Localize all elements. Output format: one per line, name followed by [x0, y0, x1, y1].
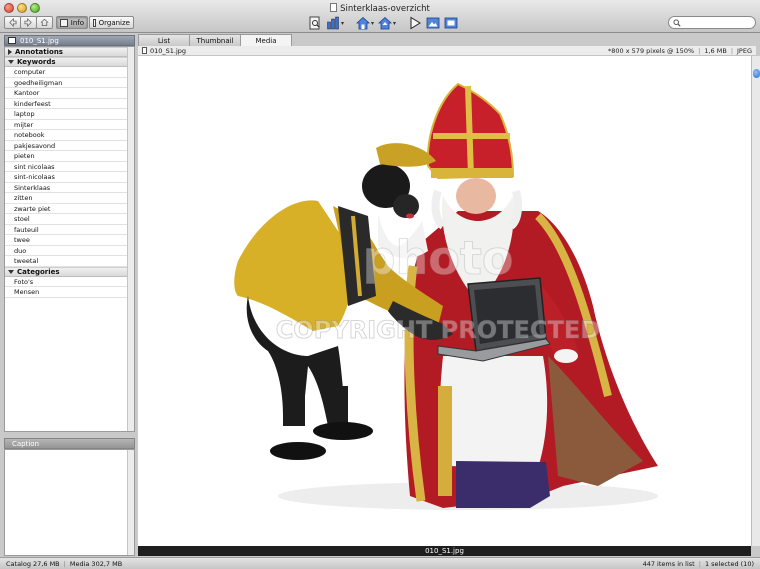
chevron-down-icon: ▾ [341, 19, 345, 27]
keyword-item[interactable]: sint-nicolaas [5, 172, 127, 183]
fullscreen-view-button[interactable] [444, 16, 458, 30]
keyword-item[interactable]: sint nicolaas [5, 162, 127, 172]
house-icon [356, 16, 371, 30]
keywords-section-header[interactable]: Keywords [5, 57, 134, 67]
media-info-bar: 010_S1.jpg *800 x 579 pixels @ 150% | 1,6… [138, 46, 756, 56]
keyword-item[interactable]: pieten [5, 151, 127, 162]
magnifier-document-icon [309, 16, 320, 30]
image-thumbnail-icon [8, 37, 16, 44]
tab-thumbnail[interactable]: Thumbnail [189, 34, 241, 46]
play-slideshow-button[interactable] [408, 16, 422, 30]
viewer-scrollbar[interactable] [751, 56, 760, 546]
search-field[interactable] [668, 16, 756, 29]
info-sidebar: Annotations Keywords computer goedheilig… [4, 46, 135, 432]
view-tabs: List Thumbnail Media [138, 34, 292, 46]
keyword-item[interactable]: fauteuil [5, 225, 127, 235]
info-file: 010_S1.jpg [142, 47, 186, 55]
organize-panel-icon [93, 18, 96, 27]
chart-tool-button[interactable]: ▾ [326, 16, 344, 30]
caption-scrollbar[interactable] [127, 450, 134, 555]
back-arrow-icon [9, 18, 17, 27]
keyword-item[interactable]: zwarte piet [5, 204, 127, 214]
keyword-item[interactable]: notebook [5, 130, 127, 141]
caption-header: Caption [4, 438, 135, 449]
category-list: Foto's Mensen [5, 277, 134, 298]
status-bar: Catalog 27,6 MB | Media 302,7 MB 447 ite… [0, 557, 760, 569]
category-item[interactable]: Foto's [5, 277, 127, 287]
organize-toggle-button[interactable]: Organize [89, 16, 134, 29]
house-up-icon [378, 16, 393, 30]
tab-media[interactable]: Media [240, 34, 292, 46]
chevron-down-icon: ▾ [393, 19, 397, 27]
media-view-button[interactable] [426, 16, 440, 30]
keyword-item[interactable]: Sinterklaas [5, 183, 127, 193]
info-details: *800 x 579 pixels @ 150% | 1,6 MB | JPEG [608, 46, 752, 55]
photo-sinterklaas-and-piet: photo COPYRIGHT PROTECTED [234, 82, 658, 510]
keyword-item[interactable]: mijter [5, 120, 127, 130]
search-input[interactable] [683, 18, 753, 27]
disclosure-collapsed-icon[interactable] [8, 49, 12, 55]
info-toggle-button[interactable]: Info [56, 16, 88, 29]
tab-list[interactable]: List [138, 34, 190, 46]
forward-button[interactable] [20, 16, 37, 29]
media-size: Media 302,7 MB [69, 559, 123, 568]
disclosure-expanded-icon[interactable] [8, 60, 14, 64]
keyword-item[interactable]: duo [5, 246, 127, 256]
scroll-thumb[interactable] [753, 69, 760, 78]
selection-count: 1 selected (10) [704, 559, 754, 568]
house-tool-button[interactable]: ▾ [356, 16, 374, 30]
window-title: Sinterklaas-overzicht [0, 3, 760, 14]
info-panel-icon [60, 18, 68, 27]
category-item[interactable]: Mensen [5, 287, 127, 298]
sidebar-file-label: 010_S1.jpg [20, 36, 59, 45]
house-up-tool-button[interactable]: ▾ [378, 16, 396, 30]
forward-arrow-icon [24, 18, 32, 27]
annotations-section-header[interactable]: Annotations [5, 47, 134, 57]
keyword-item[interactable]: twee [5, 235, 127, 246]
watermark-copyright-text: COPYRIGHT PROTECTED [276, 316, 600, 344]
viewer-filename-bar: 010_S1.jpg [138, 546, 751, 556]
back-button[interactable] [4, 16, 21, 29]
document-icon [330, 3, 338, 12]
keyword-item[interactable]: laptop [5, 109, 127, 120]
picture-icon [426, 17, 440, 29]
keyword-item[interactable]: stoel [5, 214, 127, 225]
watermark-logo-text: photo [363, 231, 514, 285]
categories-section-header[interactable]: Categories [5, 266, 134, 277]
inspect-tool-button[interactable] [308, 16, 322, 30]
keyword-item[interactable]: kinderfeest [5, 99, 127, 109]
sidebar-scrollbar[interactable] [127, 47, 134, 431]
keyword-item[interactable]: pakjesavond [5, 141, 127, 151]
caption-textarea[interactable] [4, 449, 135, 556]
chevron-down-icon: ▾ [371, 19, 375, 27]
catalog-size: Catalog 27,6 MB [6, 559, 60, 568]
keyword-item[interactable]: computer [5, 67, 127, 78]
home-icon [40, 18, 49, 27]
sidebar-thumbnail-header[interactable]: 010_S1.jpg [4, 35, 135, 46]
play-icon [410, 16, 422, 30]
disclosure-expanded-icon[interactable] [8, 269, 14, 274]
keyword-item[interactable]: goedheiligman [5, 78, 127, 88]
bar-chart-icon [327, 16, 339, 30]
items-count: 447 items in list [642, 559, 695, 568]
toolbar-tools: ▾ ▾ ▾ [308, 15, 458, 31]
keyword-item[interactable]: Kantoor [5, 88, 127, 99]
keyword-item[interactable]: zitten [5, 193, 127, 204]
home-button[interactable] [36, 16, 53, 29]
window-titlebar: Sinterklaas-overzicht Info Organize ▾ ▾ … [0, 0, 760, 33]
media-viewer[interactable]: photo COPYRIGHT PROTECTED [138, 56, 751, 546]
search-icon [673, 19, 681, 27]
keyword-item[interactable]: tweetal [5, 256, 127, 267]
keyword-list: computer goedheiligman Kantoor kinderfee… [5, 67, 134, 267]
file-icon [142, 47, 147, 54]
screen-icon [444, 17, 458, 29]
